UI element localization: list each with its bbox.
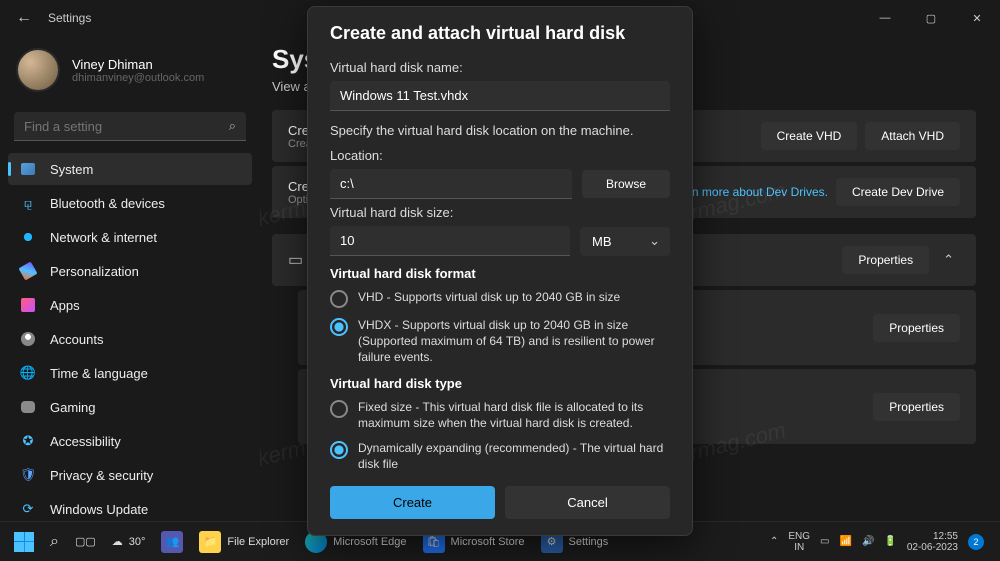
teams-icon: 👥 [161, 531, 183, 553]
radio-icon [330, 318, 348, 336]
folder-icon: 📁 [199, 531, 221, 553]
taskbar-label: Microsoft Store [451, 536, 525, 548]
format-heading: Virtual hard disk format [330, 266, 670, 281]
name-label: Virtual hard disk name: [330, 60, 670, 75]
chevron-up-icon[interactable]: ⌃ [770, 536, 778, 547]
clock[interactable]: 12:5502-06-2023 [907, 531, 958, 553]
weather-temp: 30° [129, 536, 146, 548]
weather-icon: ☁ [112, 535, 123, 548]
radio-icon [330, 441, 348, 459]
option-label: Fixed size - This virtual hard disk file… [358, 399, 670, 431]
vhd-name-input[interactable] [330, 81, 670, 111]
cancel-button[interactable]: Cancel [505, 486, 670, 519]
size-unit-select[interactable]: MB [580, 227, 670, 256]
weather-widget[interactable]: ☁ 30° [104, 531, 154, 552]
create-button[interactable]: Create [330, 486, 495, 519]
radio-icon [330, 290, 348, 308]
taskbar-label: Microsoft Edge [333, 536, 406, 548]
notification-badge[interactable]: 2 [968, 534, 984, 550]
format-vhdx-option[interactable]: VHDX - Supports virtual disk up to 2040 … [330, 317, 670, 366]
radio-icon [330, 400, 348, 418]
type-heading: Virtual hard disk type [330, 376, 670, 391]
option-label: VHDX - Supports virtual disk up to 2040 … [358, 317, 670, 366]
windows-icon [14, 532, 34, 552]
search-button[interactable]: ⌕ [42, 529, 67, 555]
size-input[interactable] [330, 226, 570, 256]
browse-button[interactable]: Browse [582, 170, 670, 198]
type-fixed-option[interactable]: Fixed size - This virtual hard disk file… [330, 399, 670, 431]
location-help: Specify the virtual hard disk location o… [330, 123, 670, 138]
dialog-title: Create and attach virtual hard disk [330, 23, 670, 44]
language-indicator[interactable]: ENGIN [788, 531, 810, 553]
cast-icon[interactable]: ▭ [820, 536, 829, 547]
search-icon: ⌕ [50, 533, 59, 551]
taskview-icon: ▢▢ [75, 535, 96, 548]
type-dynamic-option[interactable]: Dynamically expanding (recommended) - Th… [330, 440, 670, 472]
unit-value: MB [592, 234, 612, 249]
wifi-icon[interactable]: 📶 [839, 536, 851, 547]
explorer-button[interactable]: 📁 File Explorer [191, 527, 297, 557]
option-label: VHD - Supports virtual disk up to 2040 G… [358, 289, 620, 305]
taskview-button[interactable]: ▢▢ [67, 531, 104, 552]
taskbar-label: Settings [569, 536, 609, 548]
start-button[interactable] [6, 528, 42, 556]
volume-icon[interactable]: 🔊 [862, 536, 874, 547]
teams-button[interactable]: 👥 [153, 527, 191, 557]
location-input[interactable] [330, 169, 572, 199]
option-label: Dynamically expanding (recommended) - Th… [358, 440, 670, 472]
dialog-overlay: Create and attach virtual hard disk Virt… [0, 0, 1000, 561]
battery-icon[interactable]: 🔋 [884, 536, 896, 547]
taskbar-label: File Explorer [227, 536, 289, 548]
create-vhd-dialog: Create and attach virtual hard disk Virt… [307, 6, 693, 536]
location-label: Location: [330, 148, 670, 163]
format-vhd-option[interactable]: VHD - Supports virtual disk up to 2040 G… [330, 289, 670, 308]
size-label: Virtual hard disk size: [330, 205, 670, 220]
